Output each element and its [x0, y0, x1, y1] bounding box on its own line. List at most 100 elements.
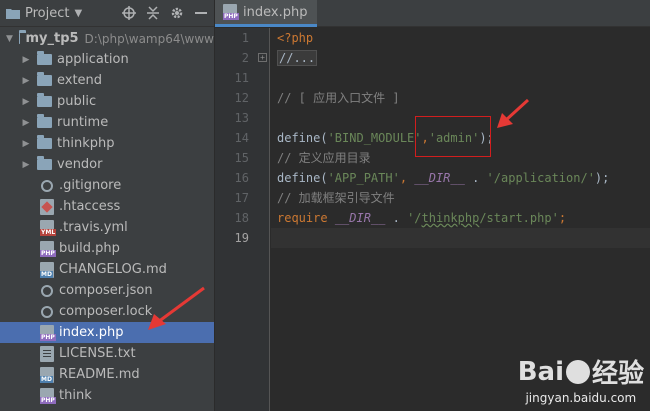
file-label: .travis.yml [59, 220, 128, 235]
paw-icon [565, 359, 590, 384]
tree-folder[interactable]: ▶ thinkphp [0, 133, 214, 154]
expand-arrow-icon[interactable]: ▼ [6, 34, 13, 44]
line-number: 1 [241, 31, 249, 45]
line-number: 15 [234, 151, 249, 165]
collapse-arrow-icon[interactable]: ▶ [21, 118, 31, 128]
file-label: build.php [59, 241, 120, 256]
config-file-icon [40, 304, 54, 320]
project-tool-window: Project ▼ ▼ my_tp5 D:\php\wamp64\www ▶ a… [0, 0, 214, 411]
file-label: .gitignore [59, 178, 122, 193]
tree-file[interactable]: .gitignore [0, 175, 214, 196]
tree-folder[interactable]: ▶ runtime [0, 112, 214, 133]
line-number: 12 [234, 91, 249, 105]
hide-icon[interactable] [194, 6, 208, 20]
folder-icon [37, 156, 52, 170]
file-label: LICENSE.txt [59, 346, 136, 361]
php-file-icon: PHP [40, 240, 56, 257]
collapse-arrow-icon[interactable]: ▶ [21, 55, 31, 65]
tree-file[interactable]: MD README.md [0, 364, 214, 385]
line-number: 17 [234, 191, 249, 205]
annotation-highlight-box [415, 116, 491, 157]
project-title: Project [25, 5, 70, 21]
collapse-icon[interactable] [146, 6, 160, 20]
code-line[interactable]: // 加载框架引导文件 [271, 188, 650, 208]
tree-file[interactable]: .htaccess [0, 196, 214, 217]
tab-label: index.php [243, 4, 308, 20]
project-tree: ▼ my_tp5 D:\php\wamp64\www ▶ application… [0, 28, 214, 406]
code-editor: PHP index.php 1 2 + 11 12 13 14 15 16 17 … [215, 0, 650, 411]
watermark-url: jingyan.baidu.com [525, 391, 637, 405]
folder-icon [37, 114, 52, 128]
code-line[interactable]: // [ 应用入口文件 ] [271, 88, 650, 108]
folder-label: public [57, 94, 97, 109]
code-line[interactable]: define('APP_PATH', __DIR__ . '/applicati… [271, 168, 650, 188]
tree-folder[interactable]: ▶ application [0, 49, 214, 70]
tree-root[interactable]: ▼ my_tp5 D:\php\wamp64\www [0, 28, 214, 49]
file-label: .htaccess [59, 199, 121, 214]
locate-icon[interactable] [122, 6, 136, 20]
line-number: 2 + [215, 48, 269, 68]
folder-icon [18, 30, 25, 44]
folded-block[interactable]: //... [277, 50, 318, 66]
folder-icon [37, 135, 52, 149]
code-line[interactable]: <?php [271, 28, 650, 48]
fold-toggle-icon[interactable]: + [258, 53, 267, 62]
collapse-arrow-icon[interactable]: ▶ [21, 97, 31, 107]
collapse-arrow-icon[interactable]: ▶ [21, 139, 31, 149]
folder-label: thinkphp [57, 136, 115, 151]
file-label: composer.lock [59, 304, 153, 319]
php-file-icon: PHP [40, 387, 56, 404]
file-label: composer.json [59, 283, 153, 298]
tree-folder[interactable]: ▶ extend [0, 70, 214, 91]
project-folder-icon [6, 9, 20, 19]
editor-tab-bar: PHP index.php [215, 0, 650, 27]
root-folder-name: my_tp5 [25, 31, 79, 46]
project-view-selector[interactable]: Project ▼ [6, 6, 82, 21]
line-number: 16 [234, 171, 249, 185]
tab-index-php[interactable]: PHP index.php [215, 0, 318, 27]
code-line[interactable]: require __DIR__ . '/thinkphp/start.php'; [271, 208, 650, 228]
collapse-arrow-icon[interactable]: ▶ [21, 76, 31, 86]
file-label: CHANGELOG.md [59, 262, 167, 277]
php-file-icon: PHP [223, 4, 239, 20]
folder-label: extend [57, 73, 103, 88]
file-label: README.md [59, 367, 140, 382]
folder-icon [37, 72, 52, 86]
folder-label: runtime [57, 115, 109, 130]
dropdown-arrow-icon[interactable]: ▼ [74, 8, 82, 19]
yml-file-icon: YML [40, 219, 57, 236]
watermark: Bai 经验 jingyan.baidu.com [518, 353, 644, 406]
line-number: 11 [234, 71, 249, 85]
collapse-arrow-icon[interactable]: ▶ [21, 160, 31, 170]
config-file-icon [40, 178, 54, 194]
code-line[interactable] [271, 68, 650, 88]
line-number: 13 [234, 111, 249, 125]
tree-file[interactable]: MD CHANGELOG.md [0, 259, 214, 280]
settings-icon[interactable] [170, 6, 184, 20]
code-line[interactable]: //... [271, 48, 650, 68]
folder-icon [37, 51, 52, 65]
tree-file[interactable]: LICENSE.txt [0, 343, 214, 364]
code-line-current[interactable] [271, 228, 650, 248]
line-number: 14 [234, 131, 249, 145]
file-label: think [59, 388, 92, 403]
root-folder-path: D:\php\wamp64\www [84, 31, 214, 46]
tree-file[interactable]: YML .travis.yml [0, 217, 214, 238]
folder-icon [37, 93, 52, 107]
json-file-icon [40, 283, 54, 299]
tree-file[interactable]: PHP think [0, 385, 214, 406]
tree-file[interactable]: PHP build.php [0, 238, 214, 259]
tree-folder[interactable]: ▶ public [0, 91, 214, 112]
folder-label: application [57, 52, 129, 67]
folder-label: vendor [57, 157, 103, 172]
file-label: index.php [59, 325, 124, 340]
markdown-file-icon: MD [40, 261, 54, 278]
text-file-icon [40, 345, 54, 362]
line-number-current: 19 [234, 231, 249, 245]
project-header: Project ▼ [0, 0, 214, 27]
line-number: 18 [234, 211, 249, 225]
htaccess-file-icon [40, 198, 54, 215]
annotation-arrow-icon [497, 98, 530, 128]
tree-folder[interactable]: ▶ vendor [0, 154, 214, 175]
markdown-file-icon: MD [40, 366, 54, 383]
